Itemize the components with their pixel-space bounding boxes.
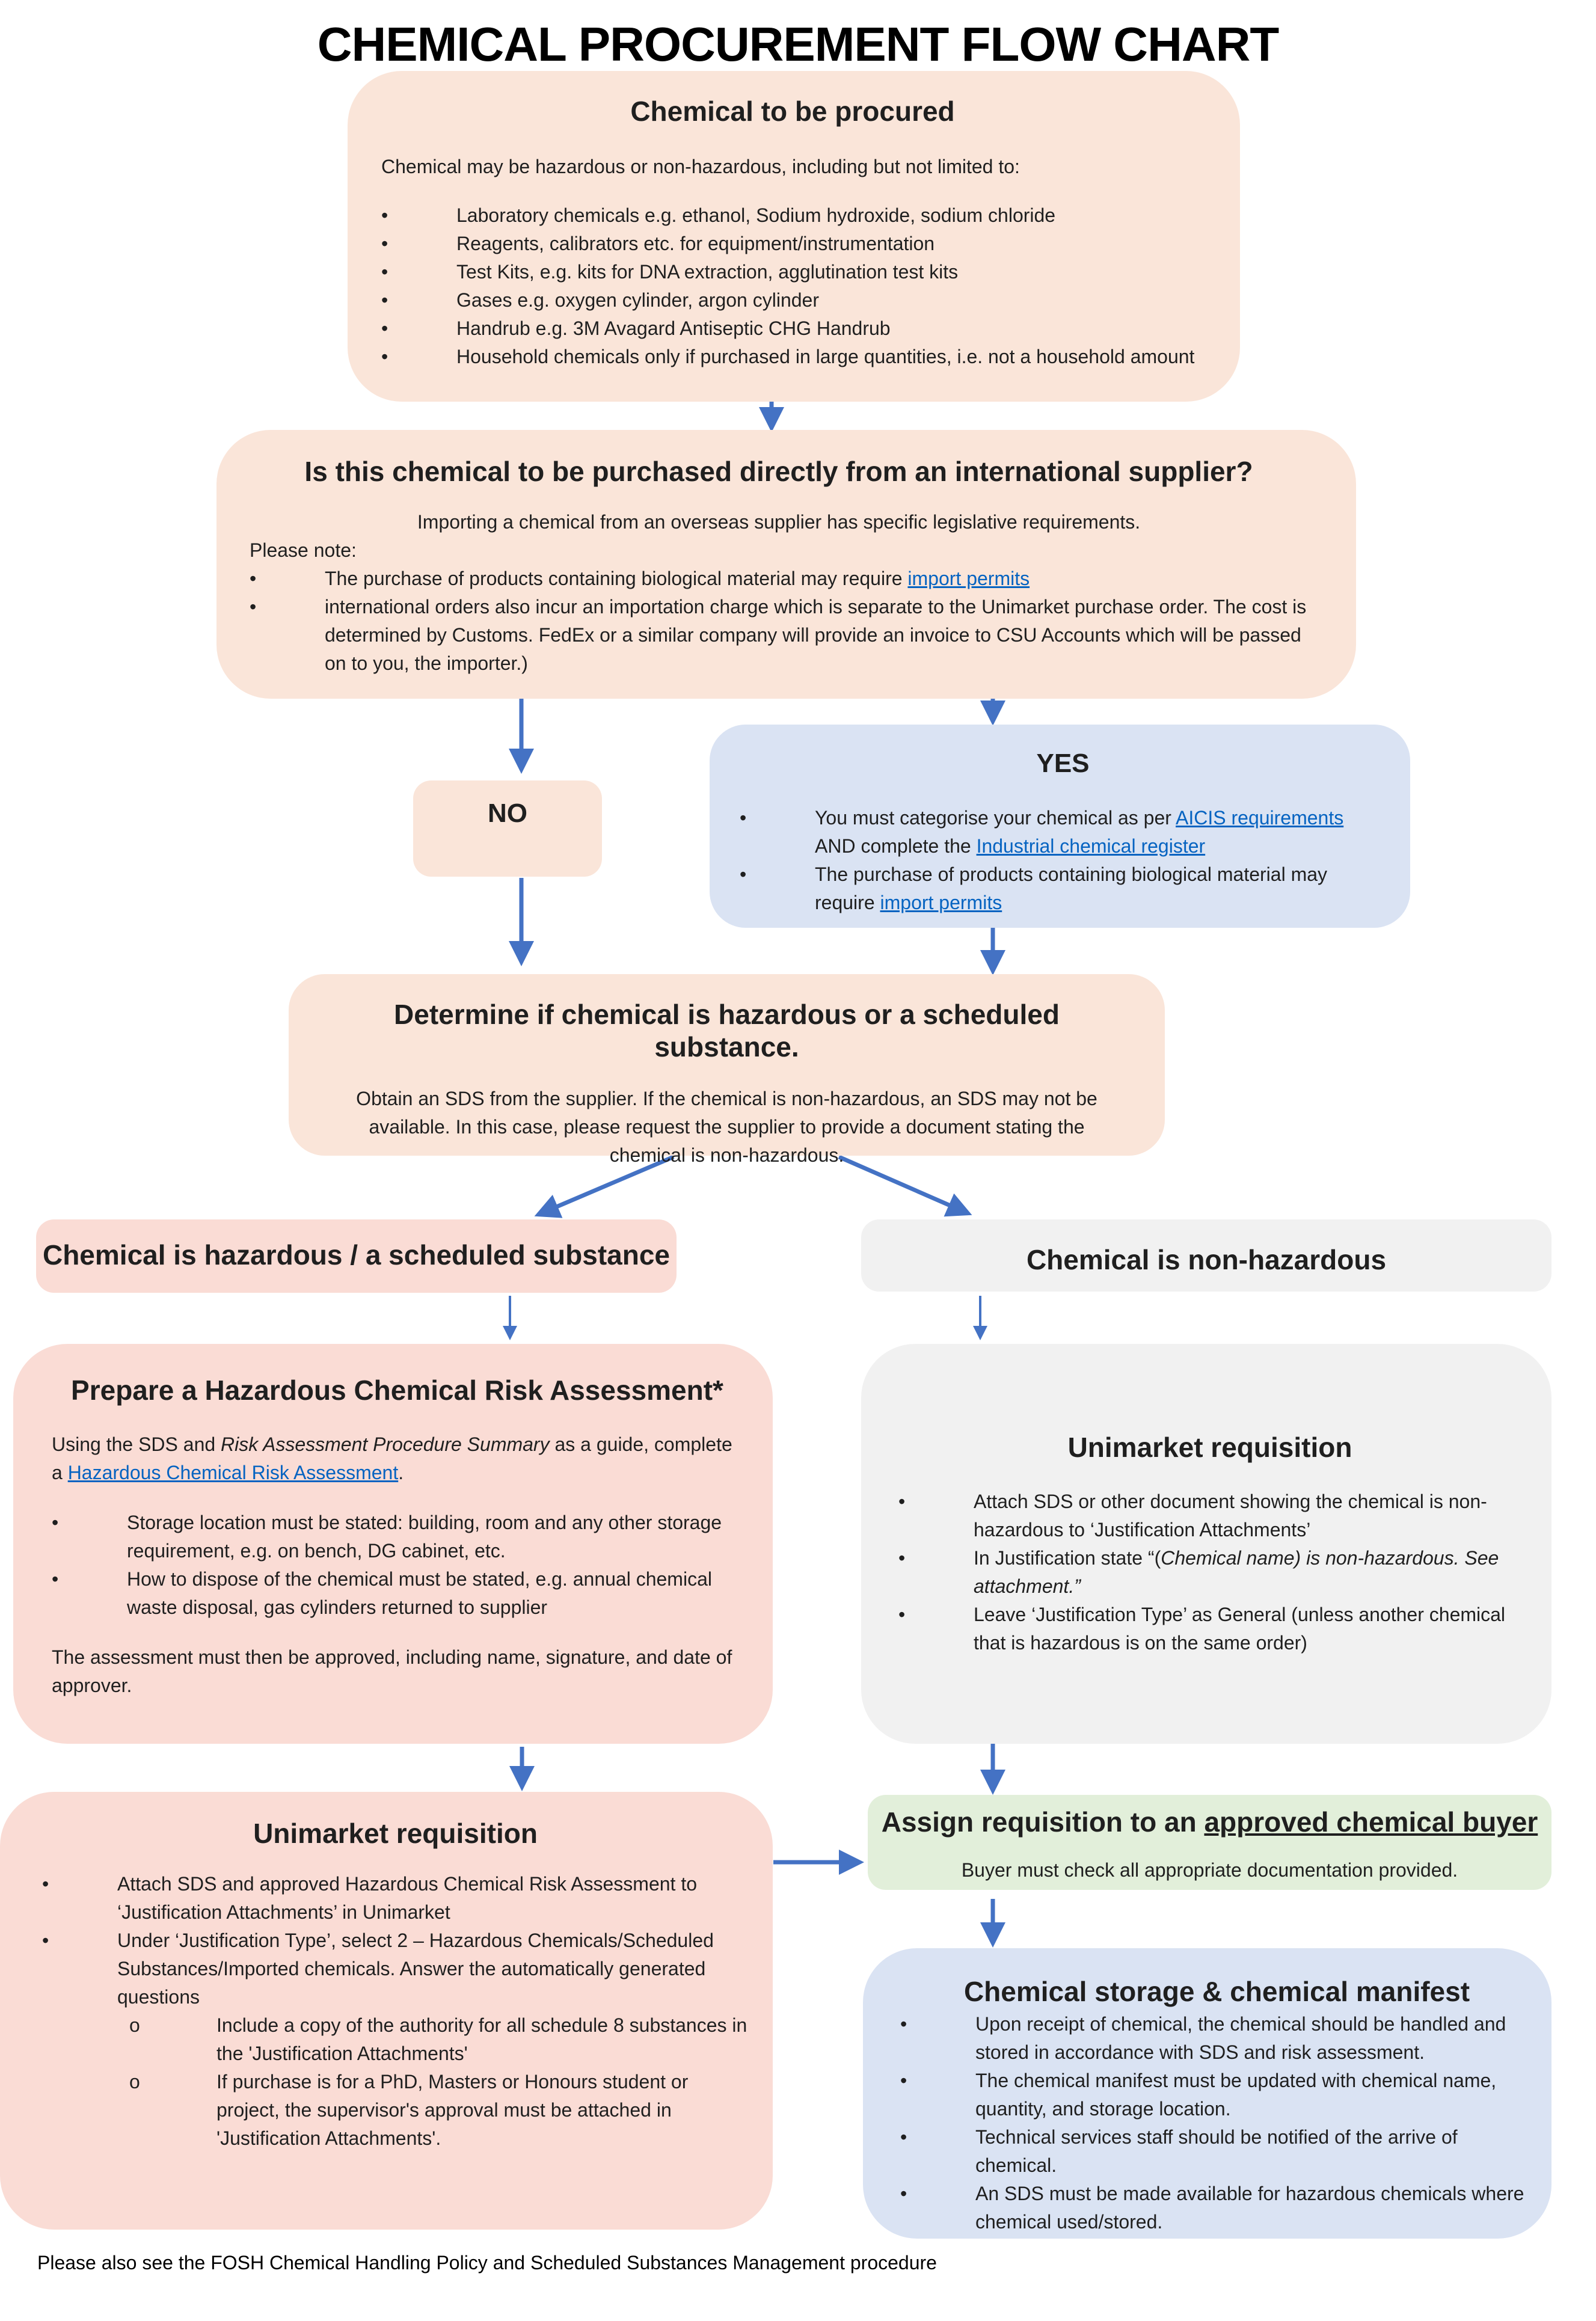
approved-chemical-buyer: approved chemical buyer: [1204, 1806, 1538, 1838]
unimarket-haz-list: Attach SDS and approved Hazardous Chemic…: [42, 1870, 749, 2011]
hazardous-label: Chemical is hazardous / a scheduled subs…: [42, 1239, 671, 1271]
unimarket-haz-box: Unimarket requisition Attach SDS and app…: [0, 1792, 773, 2230]
no-box: NO: [413, 780, 602, 877]
risk-list: Storage location must be stated: buildin…: [52, 1509, 743, 1622]
list-item: The chemical manifest must be updated wi…: [900, 2067, 1533, 2123]
risk-intro: Using the SDS and Risk Assessment Proced…: [52, 1433, 732, 1483]
list-item: Reagents, calibrators etc. for equipment…: [381, 230, 1204, 258]
footer-note: Please also see the FOSH Chemical Handli…: [37, 2252, 937, 2273]
determine-body: Obtain an SDS from the supplier. If the …: [356, 1088, 1097, 1166]
international-intro: Importing a chemical from an overseas su…: [417, 511, 1141, 533]
list-item: Attach SDS and approved Hazardous Chemic…: [42, 1870, 749, 1927]
international-box: Is this chemical to be purchased directl…: [216, 430, 1356, 699]
international-list: The purchase of products containing biol…: [250, 565, 1308, 678]
unimarket-haz-sublist: Include a copy of the authority for all …: [129, 2011, 749, 2153]
list-item: international orders also incur an impor…: [250, 593, 1308, 678]
list-item: Attach SDS or other document showing the…: [898, 1488, 1521, 1544]
determine-box: Determine if chemical is hazardous or a …: [289, 974, 1165, 1166]
no-label: NO: [488, 799, 527, 828]
import-permits-link[interactable]: import permits: [880, 892, 1002, 913]
international-heading: Is this chemical to be purchased directl…: [304, 456, 1253, 487]
risk-assessment-box: Prepare a Hazardous Chemical Risk Assess…: [13, 1344, 773, 1744]
procured-heading: Chemical to be procured: [630, 96, 955, 127]
list-item: The purchase of products containing biol…: [250, 565, 1308, 593]
page-title: CHEMICAL PROCUREMENT FLOW CHART: [317, 17, 1280, 71]
please-note-label: Please note:: [250, 539, 357, 561]
storage-heading: Chemical storage & chemical manifest: [963, 1976, 1470, 2007]
yes-list: You must categorise your chemical as per…: [740, 804, 1386, 917]
import-permits-link[interactable]: import permits: [907, 568, 1030, 589]
list-item: How to dispose of the chemical must be s…: [52, 1565, 743, 1622]
unimarket-nonhaz-box: Unimarket requisition Attach SDS or othe…: [861, 1344, 1551, 1744]
nonhazardous-box: Chemical is non-hazardous: [861, 1219, 1551, 1292]
list-item: Leave ‘Justification Type’ as General (u…: [898, 1601, 1521, 1657]
list-item: If purchase is for a PhD, Masters or Hon…: [129, 2068, 749, 2153]
procured-box: Chemical to be procured Chemical may be …: [348, 71, 1240, 402]
unimarket-nonhaz-list: Attach SDS or other document showing the…: [898, 1488, 1521, 1657]
determine-heading: Determine if chemical is hazardous or a …: [394, 999, 1060, 1062]
hazardous-box: Chemical is hazardous / a scheduled subs…: [36, 1219, 677, 1293]
list-item: Under ‘Justification Type’, select 2 – H…: [42, 1927, 749, 2011]
procured-list: Laboratory chemicals e.g. ethanol, Sodiu…: [381, 201, 1204, 371]
risk-closing: The assessment must then be approved, in…: [52, 1646, 732, 1696]
hazardous-chemical-risk-assessment-link[interactable]: Hazardous Chemical Risk Assessment: [68, 1462, 399, 1483]
list-item: Include a copy of the authority for all …: [129, 2011, 749, 2068]
list-item: Test Kits, e.g. kits for DNA extraction,…: [381, 258, 1204, 286]
unimarket-haz-heading: Unimarket requisition: [253, 1818, 538, 1849]
risk-heading: Prepare a Hazardous Chemical Risk Assess…: [71, 1375, 723, 1406]
unimarket-nonhaz-heading: Unimarket requisition: [1067, 1432, 1352, 1463]
industrial-chemical-register-link[interactable]: Industrial chemical register: [977, 835, 1206, 857]
list-item: You must categorise your chemical as per…: [740, 804, 1386, 860]
list-item: In Justification state “(Chemical name) …: [898, 1544, 1521, 1601]
procured-intro: Chemical may be hazardous or non-hazardo…: [381, 156, 1020, 177]
assign-box: Assign requisition to an approved chemic…: [868, 1795, 1551, 1890]
list-item: Handrub e.g. 3M Avagard Antiseptic CHG H…: [381, 314, 1204, 343]
list-item: An SDS must be made available for hazard…: [900, 2180, 1533, 2236]
list-item: Storage location must be stated: buildin…: [52, 1509, 743, 1565]
nonhazardous-label: Chemical is non-hazardous: [1026, 1244, 1387, 1275]
assign-heading: Assign requisition to an approved chemic…: [881, 1806, 1538, 1838]
storage-box: Chemical storage & chemical manifest Upo…: [863, 1948, 1551, 2239]
storage-list: Upon receipt of chemical, the chemical s…: [900, 2010, 1533, 2236]
list-item: Upon receipt of chemical, the chemical s…: [900, 2010, 1533, 2067]
list-item: The purchase of products containing biol…: [740, 860, 1386, 917]
list-item: Laboratory chemicals e.g. ethanol, Sodiu…: [381, 201, 1204, 230]
list-item: Gases e.g. oxygen cylinder, argon cylind…: [381, 286, 1204, 314]
list-item: Technical services staff should be notif…: [900, 2123, 1533, 2180]
assign-body: Buyer must check all appropriate documen…: [961, 1859, 1458, 1881]
list-item: Household chemicals only if purchased in…: [381, 343, 1204, 371]
yes-box: YES You must categorise your chemical as…: [710, 725, 1410, 928]
yes-heading: YES: [1036, 749, 1090, 778]
aicis-requirements-link[interactable]: AICIS requirements: [1176, 807, 1343, 829]
